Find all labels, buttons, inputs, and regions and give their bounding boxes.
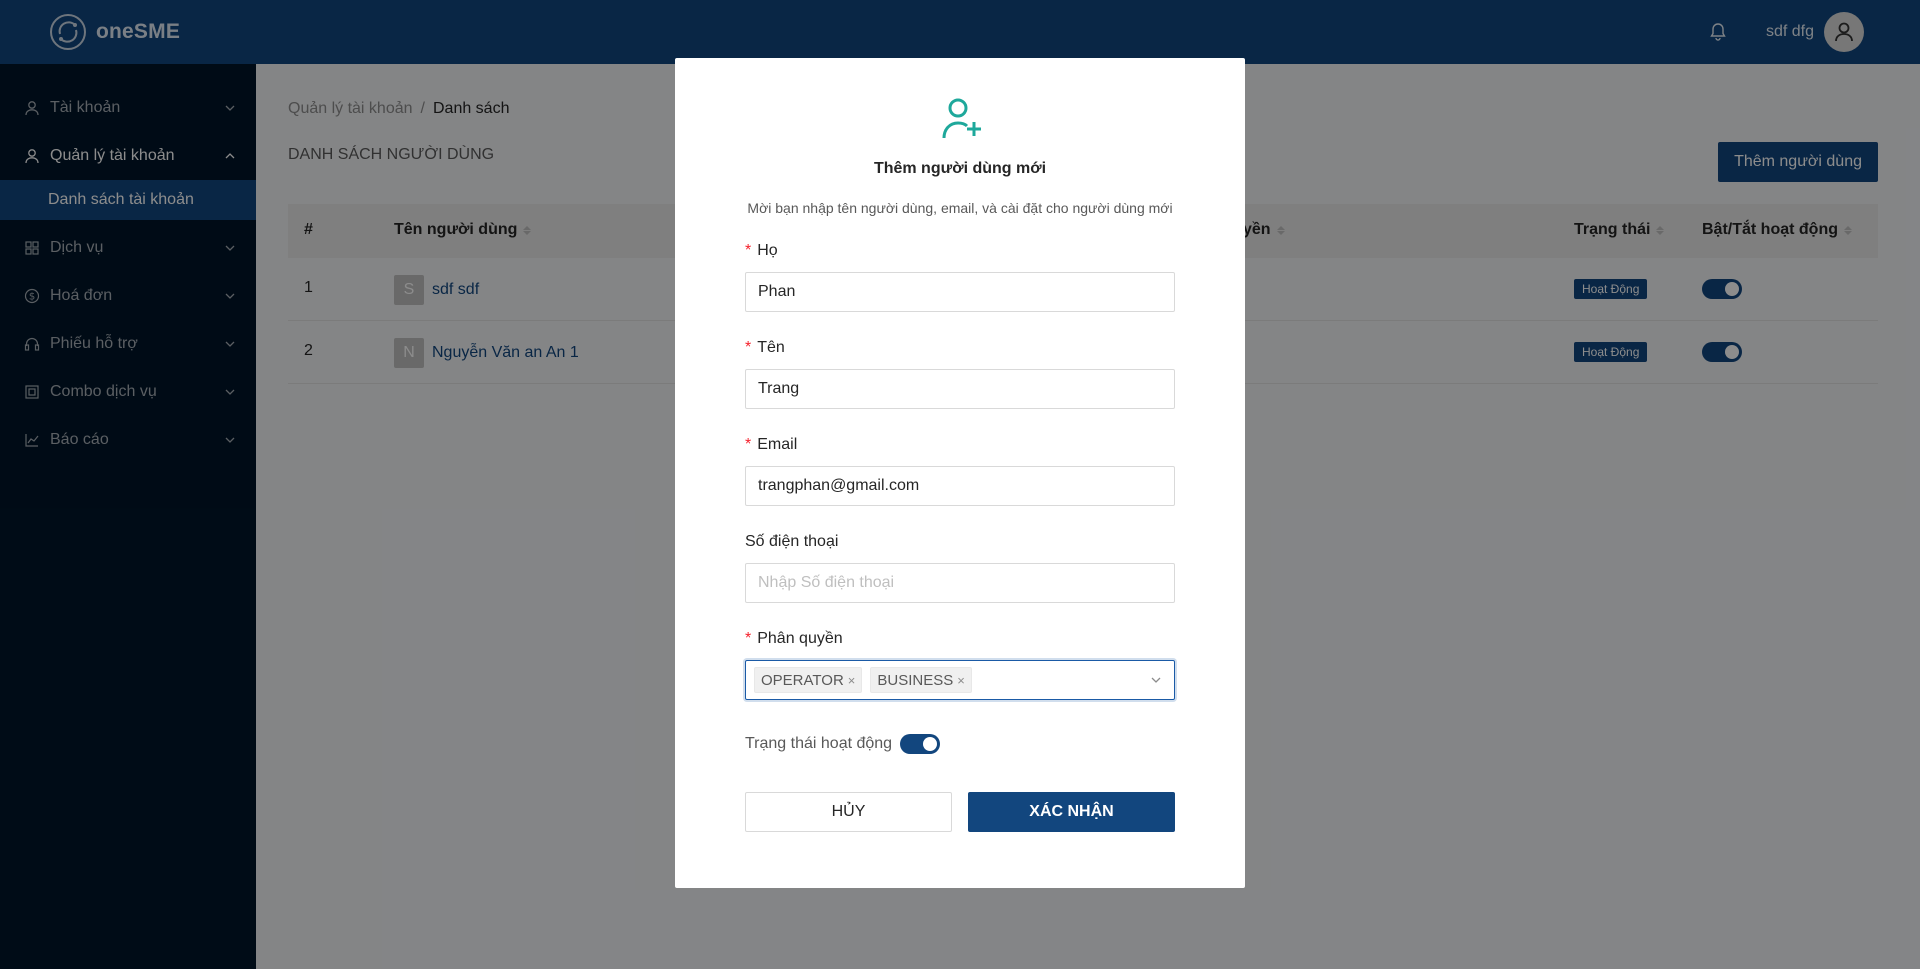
label-text: Phân quyền: [757, 630, 843, 647]
modal-description: Mời bạn nhập tên người dùng, email, và c…: [747, 200, 1173, 216]
phone-field[interactable]: [745, 563, 1175, 603]
status-label: Trạng thái hoạt động: [745, 735, 893, 752]
label-text: Email: [757, 436, 798, 453]
phone-label: Số điện thoại: [745, 533, 838, 551]
confirm-button[interactable]: XÁC NHẬN: [968, 792, 1175, 832]
role-label: * Phân quyền: [745, 630, 843, 648]
tag-label: OPERATOR: [761, 671, 844, 689]
last-name-field[interactable]: [745, 272, 1175, 312]
cancel-button[interactable]: HỦY: [745, 792, 952, 832]
label-text: Họ: [757, 242, 778, 259]
label-text: Tên: [757, 339, 785, 356]
add-user-modal: Thêm người dùng mới Mời bạn nhập tên ngư…: [675, 58, 1245, 888]
modal-title: Thêm người dùng mới: [873, 160, 1047, 177]
role-tag: OPERATOR ×: [754, 667, 863, 693]
status-row: Trạng thái hoạt động: [745, 734, 941, 754]
email-field[interactable]: [745, 466, 1175, 506]
first-name-label: * Tên: [745, 339, 785, 357]
chevron-down-icon[interactable]: [1150, 674, 1162, 686]
status-toggle[interactable]: [900, 734, 941, 754]
add-user-icon: [942, 98, 981, 139]
first-name-field[interactable]: [745, 369, 1175, 409]
required-mark: *: [745, 339, 752, 356]
required-mark: *: [745, 436, 752, 453]
role-tag: BUSINESS ×: [870, 667, 972, 693]
tag-remove-icon[interactable]: ×: [848, 673, 856, 688]
tag-remove-icon[interactable]: ×: [957, 673, 965, 688]
role-select[interactable]: OPERATOR × BUSINESS ×: [745, 660, 1175, 700]
tag-label: BUSINESS: [877, 671, 954, 689]
last-name-label: * Họ: [745, 242, 778, 260]
email-label: * Email: [745, 436, 797, 454]
required-mark: *: [745, 242, 752, 259]
required-mark: *: [745, 630, 752, 647]
label-text: Số điện thoại: [745, 533, 839, 550]
